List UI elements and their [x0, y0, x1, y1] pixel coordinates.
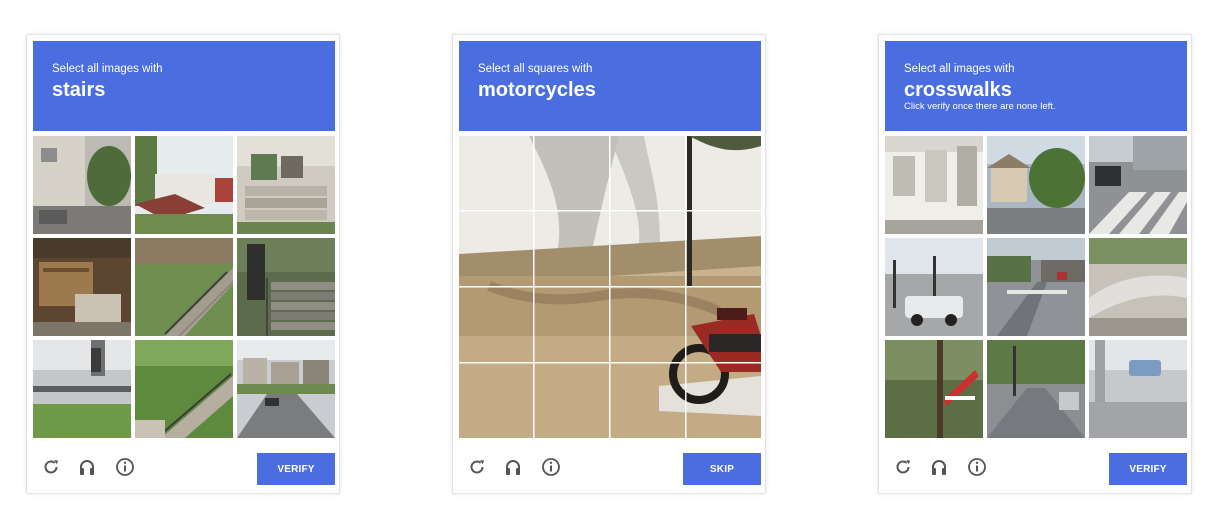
- image-tile[interactable]: [1089, 340, 1187, 438]
- captcha-widget-crosswalks: Select all images with crosswalks Click …: [878, 34, 1192, 494]
- image-tile[interactable]: [135, 238, 233, 336]
- info-icon[interactable]: [967, 457, 987, 477]
- image-grid: [885, 136, 1187, 438]
- reload-icon[interactable]: [467, 457, 487, 477]
- verify-button[interactable]: VERIFY: [257, 453, 335, 485]
- image-tile[interactable]: [885, 340, 983, 438]
- image-tile[interactable]: [1089, 238, 1187, 336]
- image-tile[interactable]: [33, 340, 131, 438]
- image-tile[interactable]: [987, 340, 1085, 438]
- captcha-header: Select all squares with motorcycles: [459, 41, 761, 131]
- captcha-widget-stairs: Select all images with stairs VERIFY: [26, 34, 340, 494]
- info-icon[interactable]: [115, 457, 135, 477]
- captcha-target: motorcycles: [478, 79, 596, 101]
- image-tile[interactable]: [33, 238, 131, 336]
- captcha-footer: VERIFY: [33, 441, 335, 489]
- image-grid: [33, 136, 335, 438]
- captcha-header: Select all images with stairs: [33, 41, 335, 131]
- image-tile[interactable]: [135, 136, 233, 234]
- audio-icon[interactable]: [929, 457, 949, 477]
- captcha-header: Select all images with crosswalks Click …: [885, 41, 1187, 131]
- captcha-widget-motorcycles: Select all squares with motorcycles SKIP: [452, 34, 766, 494]
- captcha-instruction: Select all images with: [52, 63, 163, 75]
- info-icon[interactable]: [541, 457, 561, 477]
- captcha-target: crosswalks: [904, 79, 1012, 101]
- captcha-footer: SKIP: [459, 441, 761, 489]
- image-tile[interactable]: [237, 340, 335, 438]
- image-tile[interactable]: [135, 340, 233, 438]
- captcha-instruction: Select all squares with: [478, 63, 593, 75]
- image-tile[interactable]: [237, 238, 335, 336]
- image-grid: [459, 136, 761, 438]
- verify-button[interactable]: VERIFY: [1109, 453, 1187, 485]
- image-tile[interactable]: [885, 136, 983, 234]
- audio-icon[interactable]: [503, 457, 523, 477]
- image-tile[interactable]: [33, 136, 131, 234]
- image-tile[interactable]: [237, 136, 335, 234]
- image-tile[interactable]: [1089, 136, 1187, 234]
- image-tile[interactable]: [987, 238, 1085, 336]
- captcha-footer: VERIFY: [885, 441, 1187, 489]
- image-tile[interactable]: [987, 136, 1085, 234]
- motorcycle-scene-image: [459, 136, 761, 438]
- reload-icon[interactable]: [893, 457, 913, 477]
- skip-button[interactable]: SKIP: [683, 453, 761, 485]
- captcha-target: stairs: [52, 79, 106, 101]
- captcha-note: Click verify once there are none left.: [904, 101, 1056, 112]
- reload-icon[interactable]: [41, 457, 61, 477]
- captcha-instruction: Select all images with: [904, 63, 1015, 75]
- audio-icon[interactable]: [77, 457, 97, 477]
- image-tile[interactable]: [885, 238, 983, 336]
